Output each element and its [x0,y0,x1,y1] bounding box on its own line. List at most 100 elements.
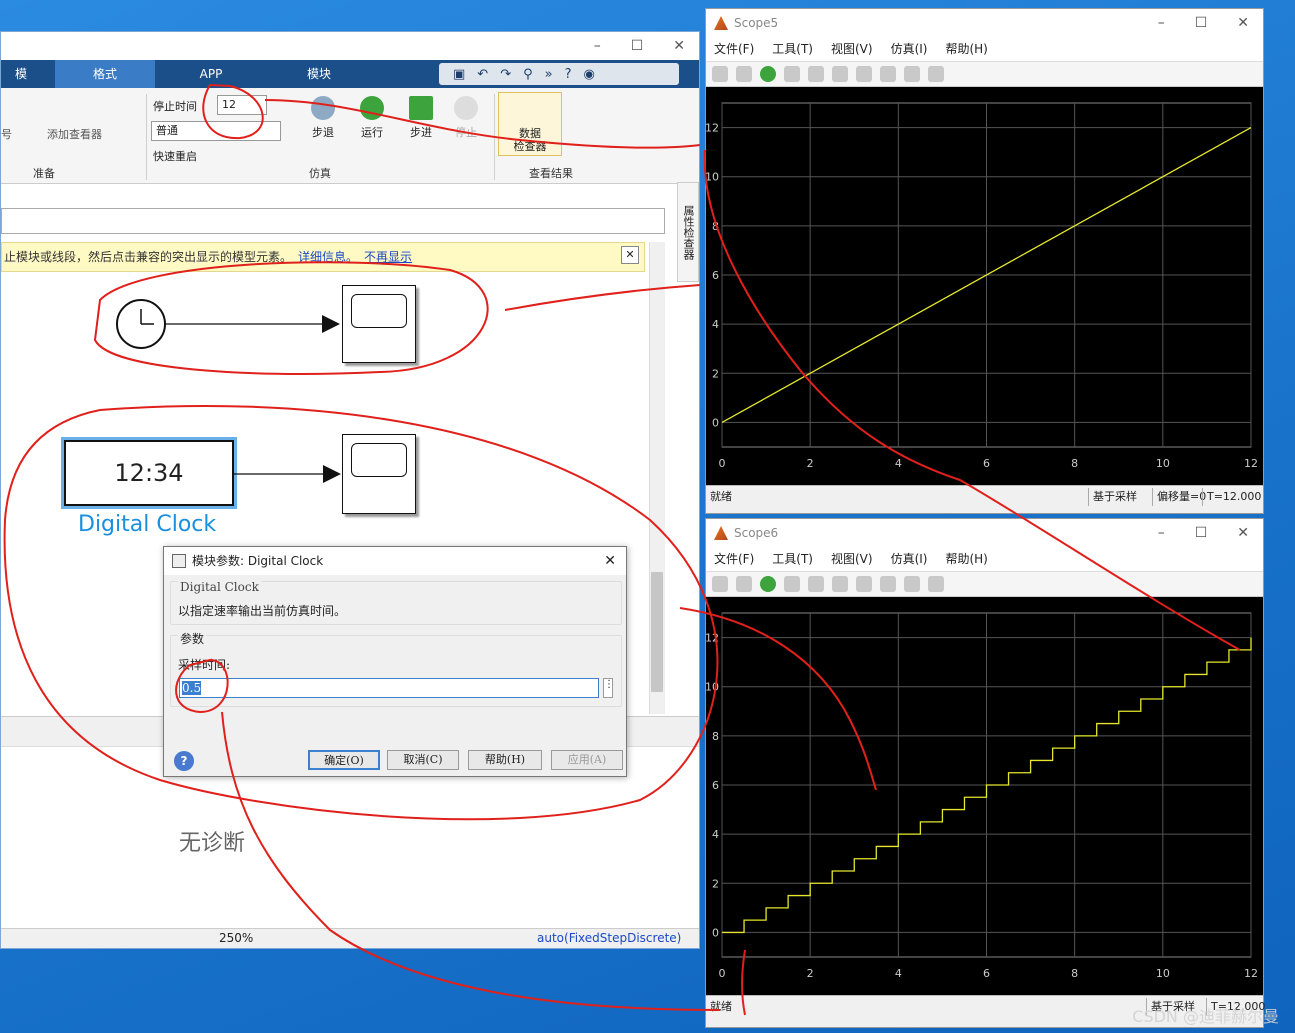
stop-button[interactable]: 停止 [446,96,486,140]
simulation-mode-select[interactable]: 普通 [151,121,281,141]
menu-simulation[interactable]: 仿真(I) [891,547,928,571]
minimize-icon[interactable]: – [1158,9,1165,37]
options-icon[interactable]: ◉ [584,67,595,82]
ok-button[interactable]: 确定(O) [308,750,380,770]
autoscale-icon[interactable] [880,576,896,592]
search-icon[interactable]: ⚲ [523,67,533,82]
step-forward-icon[interactable] [784,66,800,82]
menu-file[interactable]: 文件(F) [714,37,754,61]
matlab-logo-icon [714,526,728,540]
scope6-plot[interactable]: 0 2 4 6 8 10 12 0 2 4 6 8 10 12 [705,597,1263,995]
menu-help[interactable]: 帮助(H) [945,547,987,571]
solver-status[interactable]: auto(FixedStepDiscrete) [537,931,681,945]
maximize-icon[interactable]: ☐ [631,38,644,54]
close-icon[interactable]: ✕ [604,547,616,575]
close-icon[interactable]: ✕ [673,38,685,54]
y-tick-label: 10 [706,171,719,184]
description-group: Digital Clock 以指定速率输出当前仿真时间。 [170,580,622,625]
digital-clock-block[interactable]: 12:34 [61,437,237,509]
y-tick-label: 0 [712,926,719,939]
simulink-titlebar: – ☐ ✕ [1,32,699,60]
run-icon[interactable] [760,576,776,592]
scope5-block[interactable] [342,285,416,363]
maximize-icon[interactable]: ☐ [1195,519,1208,547]
tab-format[interactable]: 格式 [55,60,155,88]
highlight-icon[interactable] [832,66,848,82]
settings-icon[interactable] [712,66,728,82]
menu-tools[interactable]: 工具(T) [772,547,813,571]
help-icon[interactable]: ? [174,751,194,771]
dont-show-link[interactable]: 不再显示 [364,250,412,264]
redo-icon[interactable]: ↷ [500,67,511,82]
stop-icon[interactable] [808,66,824,82]
signal-line[interactable] [233,462,345,486]
close-icon[interactable]: ✕ [1237,519,1249,547]
sample-time-input[interactable]: 0.5 [179,678,599,698]
scope5-plot[interactable]: 0 2 4 6 8 10 12 0 2 4 6 8 10 12 [705,87,1263,485]
cancel-button[interactable]: 取消(C) [387,750,459,770]
stop-icon[interactable] [808,576,824,592]
run-icon[interactable] [760,66,776,82]
settings-icon[interactable] [712,576,728,592]
menu-help[interactable]: 帮助(H) [945,37,987,61]
step-forward-button[interactable]: 步进 [401,96,441,140]
cursor-icon[interactable] [904,576,920,592]
menu-file[interactable]: 文件(F) [714,547,754,571]
details-link[interactable]: 详细信息。 [298,250,358,264]
menu-view[interactable]: 视图(V) [831,37,873,61]
save-icon[interactable]: ▣ [453,67,465,82]
scope6-title: Scope6 [734,526,779,540]
step-back-button[interactable]: 步退 [303,96,343,140]
zoom-icon[interactable] [856,576,872,592]
signal-line[interactable] [166,312,346,336]
matlab-logo-icon [714,16,728,30]
highlight-icon[interactable] [832,576,848,592]
minimize-icon[interactable]: – [594,38,601,54]
address-bar[interactable] [1,208,665,234]
help-icon[interactable]: ? [565,67,572,82]
zoom-icon[interactable] [856,66,872,82]
close-icon[interactable]: ✕ [1237,9,1249,37]
apply-button[interactable]: 应用(A) [551,750,623,770]
info-close-icon[interactable]: ✕ [621,246,639,264]
block-type-label: Digital Clock [178,580,261,594]
clock-block[interactable] [116,299,166,349]
more-options-icon[interactable]: ⋮ [603,678,614,698]
run-label: 运行 [361,126,383,139]
minimize-icon[interactable]: – [1158,519,1165,547]
step-back-icon[interactable] [736,576,752,592]
cursor-icon[interactable] [904,66,920,82]
measure-icon[interactable] [928,66,944,82]
data-inspector-button[interactable]: 数据 检查器 [498,92,562,156]
menu-view[interactable]: 视图(V) [831,547,873,571]
run-button[interactable]: 运行 [352,96,392,140]
stop-time-input[interactable]: 12 [217,95,267,115]
maximize-icon[interactable]: ☐ [1195,9,1208,37]
property-inspector-tab[interactable]: 属性检查器 [677,182,699,282]
undo-icon[interactable]: ↶ [477,67,488,82]
y-tick-label: 6 [712,779,719,792]
step-back-icon[interactable] [736,66,752,82]
signal-button[interactable]: 号 [1,126,12,142]
scope5-statusbar: 就绪 基于采样 偏移量=0 T=12.000 [706,485,1263,507]
fast-restart-toggle[interactable]: 快速重启 [153,148,197,164]
help-button[interactable]: 帮助(H) [468,750,542,770]
step-forward-icon[interactable] [784,576,800,592]
add-viewer-button[interactable]: 添加查看器 [47,126,102,142]
tab-app[interactable]: APP [161,60,261,88]
menu-tools[interactable]: 工具(T) [772,37,813,61]
zoom-level: 250% [219,931,254,945]
no-diagnostics-text: 无诊断 [179,831,246,856]
scrollbar-thumb[interactable] [651,572,663,692]
tab-model[interactable]: 模 [1,60,41,88]
scope6-block[interactable] [342,434,416,514]
menu-simulation[interactable]: 仿真(I) [891,37,928,61]
tab-block[interactable]: 模块 [269,60,369,88]
digital-clock-label[interactable]: Digital Clock [78,512,216,537]
expand-icon[interactable]: » [545,67,553,82]
measure-icon[interactable] [928,576,944,592]
y-tick-label: 4 [712,318,719,331]
step-forward-icon [409,96,433,120]
x-tick-label: 10 [1156,967,1170,980]
autoscale-icon[interactable] [880,66,896,82]
